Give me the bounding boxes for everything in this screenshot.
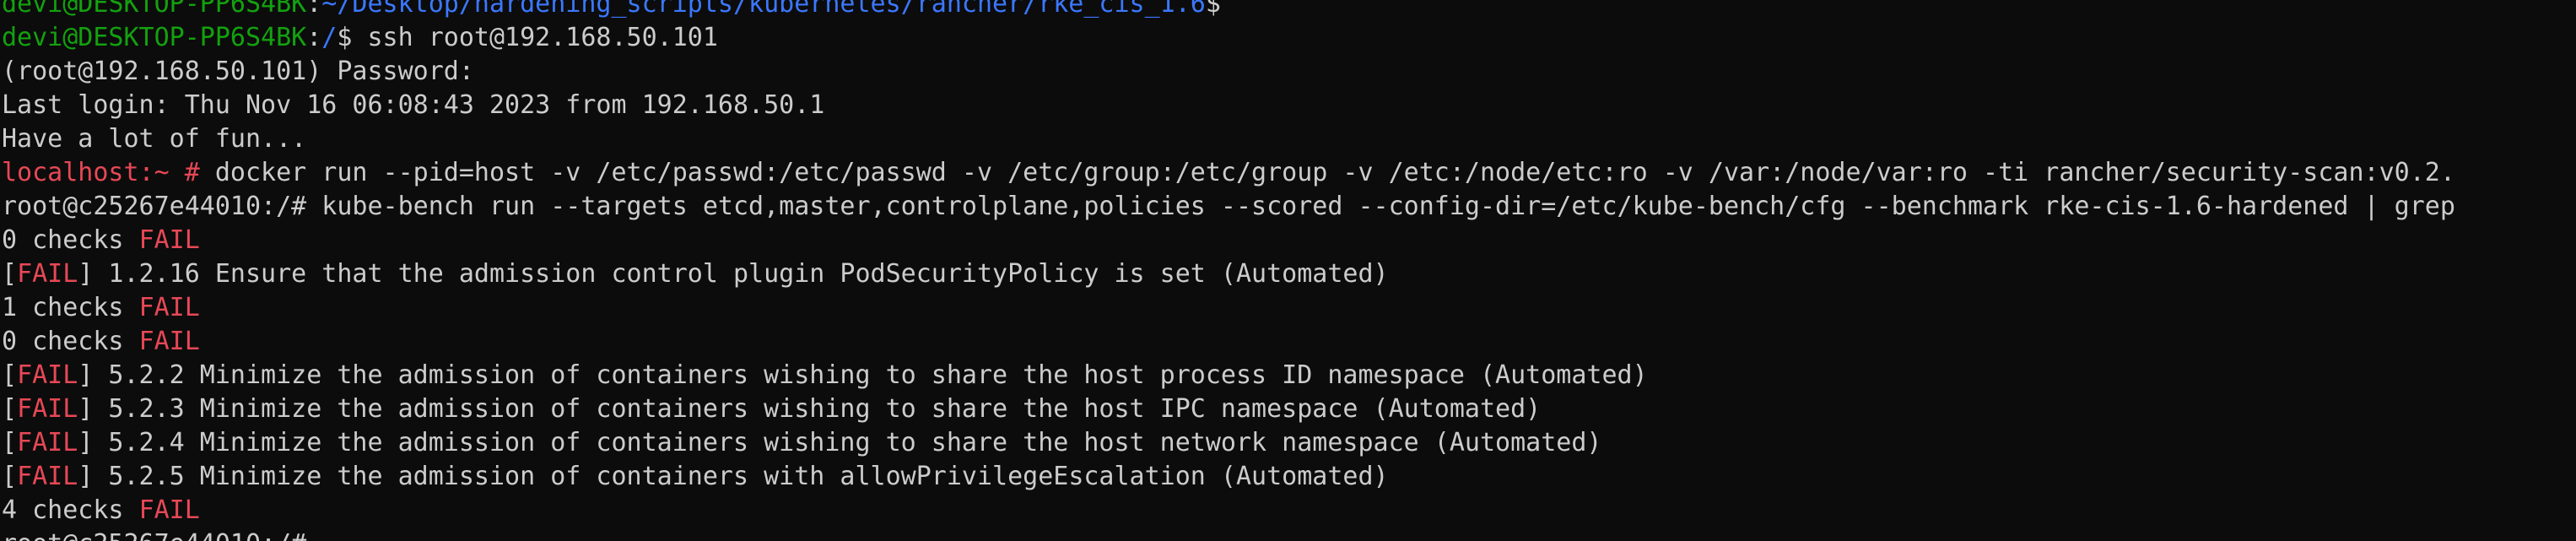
bracket-close: ] <box>78 259 94 289</box>
fail-label: FAIL <box>17 428 78 457</box>
prompt-symbol: $ <box>1205 0 1236 19</box>
check-description: 1.2.16 Ensure that the admission control… <box>93 259 1389 289</box>
user-host: devi@DESKTOP-PP6S4BK <box>2 23 307 52</box>
root-prompt: localhost:~ # <box>2 158 200 187</box>
terminal-output: devi@DESKTOP-PP6S4BK:~/Desktop/hardening… <box>2 0 2455 541</box>
check-description: 5.2.3 Minimize the admission of containe… <box>93 394 1542 424</box>
checks-summary-line: 0 checks FAIL <box>2 224 2455 257</box>
fail-label: FAIL <box>17 462 78 491</box>
user-host: devi@DESKTOP-PP6S4BK <box>2 0 307 19</box>
terminal-line-partial: devi@DESKTOP-PP6S4BK:~/Desktop/hardening… <box>2 0 2455 21</box>
bracket-open: [ <box>2 394 18 424</box>
command-text: kube-bench run --targets etcd,master,con… <box>306 192 2455 221</box>
bracket-close: ] <box>78 360 94 390</box>
checks-count: 0 checks <box>2 327 139 356</box>
fail-result-line: [FAIL] 5.2.4 Minimize the admission of c… <box>2 426 2455 460</box>
fail-result-line: [FAIL] 5.2.2 Minimize the admission of c… <box>2 359 2455 392</box>
text-cursor[interactable] <box>306 530 320 541</box>
checks-summary-line: 4 checks FAIL <box>2 494 2455 527</box>
fail-label: FAIL <box>138 225 200 255</box>
checks-count: 1 checks <box>2 293 139 322</box>
fail-label: FAIL <box>17 259 78 289</box>
fail-label: FAIL <box>138 495 200 525</box>
current-path: / <box>321 23 338 52</box>
command-text: docker run --pid=host -v /etc/passwd:/et… <box>199 158 2455 187</box>
fail-result-line: [FAIL] 5.2.3 Minimize the admission of c… <box>2 392 2455 426</box>
terminal-line-current-prompt[interactable]: root@c25267e44010:/# <box>2 527 2455 541</box>
check-description: 5.2.5 Minimize the admission of containe… <box>93 462 1389 491</box>
terminal-window[interactable]: devi@DESKTOP-PP6S4BK:~/Desktop/hardening… <box>0 0 2576 541</box>
container-prompt: root@c25267e44010:/# <box>2 529 306 541</box>
prompt-separator: : <box>306 23 322 52</box>
checks-count: 4 checks <box>2 495 139 525</box>
prompt-symbol: $ <box>337 23 368 52</box>
fail-label: FAIL <box>138 327 200 356</box>
fail-result-line: [FAIL] 1.2.16 Ensure that the admission … <box>2 257 2455 291</box>
bracket-close: ] <box>78 394 94 424</box>
fail-label: FAIL <box>17 394 78 424</box>
terminal-line-docker: localhost:~ # docker run --pid=host -v /… <box>2 156 2455 190</box>
check-description: 5.2.2 Minimize the admission of containe… <box>93 360 1648 390</box>
fail-label: FAIL <box>138 293 200 322</box>
checks-count: 0 checks <box>2 225 139 255</box>
check-description: 5.2.4 Minimize the admission of containe… <box>93 428 1602 457</box>
checks-summary-line: 1 checks FAIL <box>2 291 2455 325</box>
command-text: ssh root@192.168.50.101 <box>367 23 718 52</box>
container-prompt: root@c25267e44010:/# <box>2 192 307 221</box>
bracket-open: [ <box>2 462 18 491</box>
output-line: Last login: Thu Nov 16 06:08:43 2023 fro… <box>2 90 825 120</box>
terminal-line-ssh: devi@DESKTOP-PP6S4BK:/$ ssh root@192.168… <box>2 21 2455 55</box>
bracket-close: ] <box>78 462 94 491</box>
checks-summary-line: 0 checks FAIL <box>2 325 2455 359</box>
bracket-open: [ <box>2 428 18 457</box>
fail-result-line: [FAIL] 5.2.5 Minimize the admission of c… <box>2 460 2455 494</box>
bracket-close: ] <box>78 428 94 457</box>
output-line: (root@192.168.50.101) Password: <box>2 57 474 86</box>
bracket-open: [ <box>2 360 18 390</box>
bracket-open: [ <box>2 259 18 289</box>
current-path: ~/Desktop/hardening_scripts/kubernetes/r… <box>321 0 1206 19</box>
terminal-line-kube-bench: root@c25267e44010:/# kube-bench run --ta… <box>2 190 2455 224</box>
output-line: Have a lot of fun... <box>2 124 307 154</box>
prompt-separator: : <box>306 0 322 19</box>
fail-label: FAIL <box>17 360 78 390</box>
